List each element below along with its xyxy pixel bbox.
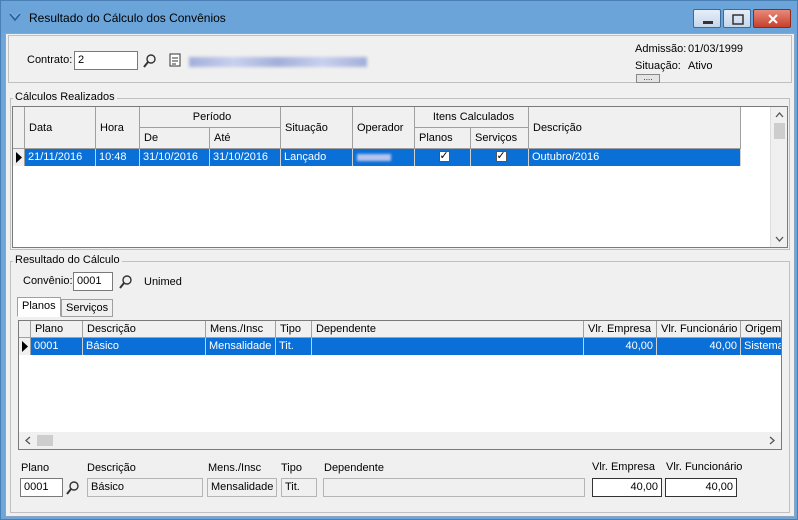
scroll-right-icon[interactable] bbox=[765, 432, 779, 449]
result-grid: Plano Descrição Mens./Insc Tipo Dependen… bbox=[18, 320, 782, 450]
col-data[interactable]: Data bbox=[25, 107, 96, 149]
row-indicator-2 bbox=[19, 338, 31, 355]
hscroll-thumb[interactable] bbox=[37, 435, 53, 446]
cell-mens: Mensalidade bbox=[206, 338, 276, 355]
app-icon bbox=[9, 11, 21, 22]
cell-dependente bbox=[312, 338, 584, 355]
employee-name-blurred bbox=[189, 57, 367, 67]
scroll-down-icon[interactable] bbox=[771, 233, 788, 245]
detail-plano-label: Plano bbox=[21, 462, 50, 474]
col-plano[interactable]: Plano bbox=[31, 321, 83, 338]
cell-planos[interactable] bbox=[415, 149, 471, 166]
col-origem[interactable]: Origem bbox=[741, 321, 781, 338]
minimize-button[interactable] bbox=[693, 9, 721, 28]
col-tipo[interactable]: Tipo bbox=[276, 321, 312, 338]
cell-origem: Sistema bbox=[741, 338, 781, 355]
cell-operador-blurred bbox=[353, 149, 415, 166]
row-indicator-header-2 bbox=[19, 321, 31, 338]
detail-dependente-field bbox=[323, 478, 585, 497]
detail-vlr-empresa-input[interactable]: 40,00 bbox=[592, 478, 662, 497]
cell-descricao-2: Básico bbox=[83, 338, 206, 355]
col-planos[interactable]: Planos bbox=[415, 128, 471, 149]
minimize-icon bbox=[703, 21, 713, 24]
cell-de: 31/10/2016 bbox=[140, 149, 210, 166]
maximize-button[interactable] bbox=[723, 9, 751, 28]
convenio-input[interactable]: 0001 bbox=[73, 272, 113, 291]
more-button[interactable]: .... bbox=[636, 74, 660, 83]
close-icon bbox=[768, 14, 778, 24]
convenio-label: Convênio: bbox=[23, 275, 73, 287]
cell-descricao: Outubro/2016 bbox=[529, 149, 741, 166]
report-icon[interactable] bbox=[168, 53, 182, 67]
convenio-search-icon[interactable] bbox=[119, 275, 133, 289]
result-group-title: Resultado do Cálculo bbox=[13, 254, 122, 266]
cell-situacao: Lançado bbox=[281, 149, 353, 166]
cell-ate: 31/10/2016 bbox=[210, 149, 281, 166]
row-pointer-icon bbox=[16, 152, 22, 163]
maximize-icon bbox=[732, 14, 744, 25]
col-operador[interactable]: Operador bbox=[353, 107, 415, 149]
col-mens[interactable]: Mens./Insc bbox=[206, 321, 276, 338]
detail-vlr-funcionario-input[interactable]: 40,00 bbox=[665, 478, 737, 497]
close-button[interactable] bbox=[753, 9, 791, 28]
search-icon[interactable] bbox=[143, 54, 157, 68]
detail-vlr-funcionario-label: Vlr. Funcionário bbox=[666, 461, 743, 473]
contract-label: Contrato: bbox=[27, 54, 73, 66]
calcs-grid: Data Hora Período De Até Situação Operad… bbox=[12, 106, 788, 248]
calcs-scrollbar[interactable] bbox=[770, 107, 787, 247]
app-window: Resultado do Cálculo dos Convênios Contr… bbox=[0, 0, 798, 520]
calcs-group-title: Cálculos Realizados bbox=[13, 91, 117, 103]
detail-plano-input[interactable]: 0001 bbox=[20, 478, 63, 497]
col-de[interactable]: De bbox=[140, 128, 210, 149]
planos-checkbox[interactable] bbox=[438, 149, 450, 162]
row-pointer-icon-2 bbox=[22, 341, 28, 352]
detail-vlr-empresa-label: Vlr. Empresa bbox=[592, 461, 655, 473]
col-hora[interactable]: Hora bbox=[96, 107, 140, 149]
status-label: Situação: bbox=[635, 60, 681, 72]
scroll-left-icon[interactable] bbox=[21, 432, 35, 449]
col-ate[interactable]: Até bbox=[210, 128, 281, 149]
scroll-thumb[interactable] bbox=[774, 123, 785, 139]
row-indicator-header bbox=[13, 107, 25, 149]
detail-tipo-field: Tit. bbox=[281, 478, 317, 497]
detail-descricao-label: Descrição bbox=[87, 462, 136, 474]
header-panel: Contrato: 2 Admissão: 01/03/1999 Situaçã… bbox=[8, 35, 792, 83]
title-bar[interactable]: Resultado do Cálculo dos Convênios bbox=[1, 1, 797, 33]
col-vlr-funcionario[interactable]: Vlr. Funcionário bbox=[657, 321, 741, 338]
status-value: Ativo bbox=[688, 60, 713, 72]
cell-vlr-funcionario: 40,00 bbox=[657, 338, 741, 355]
col-itens[interactable]: Itens Calculados bbox=[415, 107, 529, 128]
cell-hora: 10:48 bbox=[96, 149, 140, 166]
detail-tipo-label: Tipo bbox=[281, 462, 302, 474]
col-dependente[interactable]: Dependente bbox=[312, 321, 584, 338]
col-vlr-empresa[interactable]: Vlr. Empresa bbox=[584, 321, 657, 338]
cell-data: 21/11/2016 bbox=[25, 149, 96, 166]
scroll-up-icon[interactable] bbox=[771, 109, 788, 121]
detail-search-icon[interactable] bbox=[66, 481, 80, 495]
cell-plano: 0001 bbox=[31, 338, 83, 355]
detail-mens-field: Mensalidade bbox=[207, 478, 277, 497]
detail-descricao-field: Básico bbox=[87, 478, 203, 497]
cell-servicos[interactable] bbox=[471, 149, 529, 166]
client-area: Contrato: 2 Admissão: 01/03/1999 Situaçã… bbox=[5, 33, 795, 517]
row-indicator bbox=[13, 149, 25, 166]
tab-servicos[interactable]: Serviços bbox=[61, 299, 114, 317]
col-descricao-2[interactable]: Descrição bbox=[83, 321, 206, 338]
convenio-name: Unimed bbox=[144, 276, 182, 288]
col-periodo[interactable]: Período bbox=[140, 107, 281, 128]
detail-mens-label: Mens./Insc bbox=[208, 462, 262, 474]
cell-tipo: Tit. bbox=[276, 338, 312, 355]
servicos-checkbox[interactable] bbox=[495, 149, 507, 162]
col-situacao[interactable]: Situação bbox=[281, 107, 353, 149]
contract-input[interactable]: 2 bbox=[74, 51, 138, 70]
admission-label: Admissão: bbox=[635, 43, 687, 55]
cell-vlr-empresa: 40,00 bbox=[584, 338, 657, 355]
window-title: Resultado do Cálculo dos Convênios bbox=[29, 11, 226, 25]
col-descricao[interactable]: Descrição bbox=[529, 107, 741, 149]
admission-value: 01/03/1999 bbox=[688, 43, 744, 55]
detail-dependente-label: Dependente bbox=[324, 462, 384, 474]
tab-planos[interactable]: Planos bbox=[17, 297, 61, 317]
horizontal-scrollbar[interactable] bbox=[19, 432, 781, 449]
col-servicos[interactable]: Serviços bbox=[471, 128, 529, 149]
